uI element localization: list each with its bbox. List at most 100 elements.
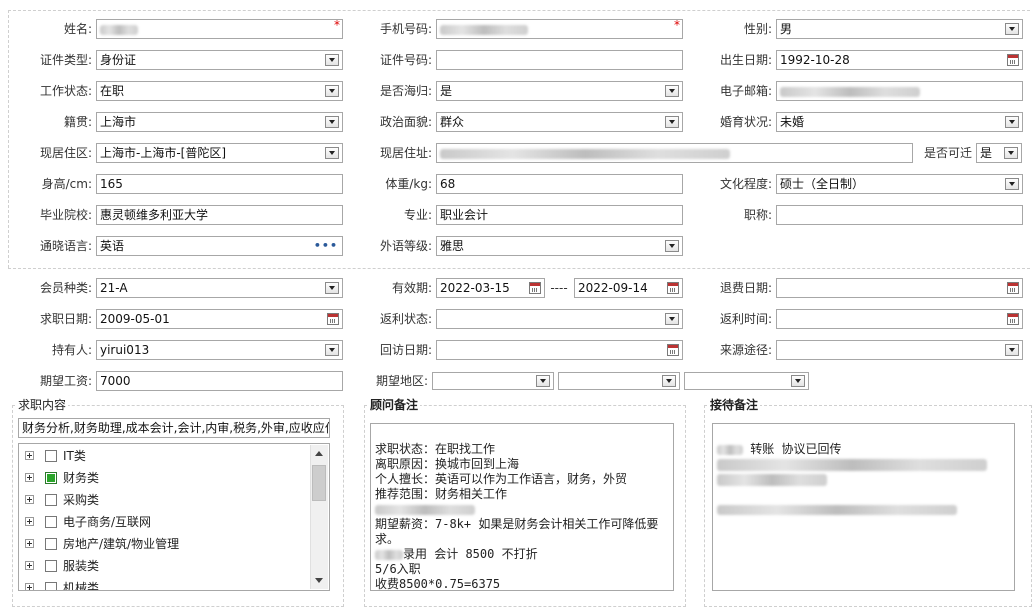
- calendar-icon[interactable]: [529, 282, 541, 294]
- name-field[interactable]: *: [96, 19, 343, 39]
- scroll-down-icon[interactable]: [315, 578, 323, 583]
- expand-icon[interactable]: [25, 495, 34, 504]
- calendar-icon[interactable]: [1007, 282, 1019, 294]
- height-field[interactable]: 165: [96, 174, 343, 194]
- chevron-down-icon[interactable]: [665, 313, 679, 325]
- rebate-status-select[interactable]: [436, 309, 683, 329]
- tree-item-purchasing[interactable]: 采购类: [19, 489, 311, 511]
- region-city-select[interactable]: [558, 372, 680, 390]
- scroll-thumb[interactable]: [312, 465, 326, 501]
- native-place-value: 上海市: [100, 115, 137, 129]
- chevron-down-icon[interactable]: [325, 116, 339, 128]
- title-field[interactable]: [776, 205, 1023, 225]
- chevron-down-icon[interactable]: [665, 240, 679, 252]
- checkbox[interactable]: [45, 450, 57, 462]
- marital-select[interactable]: 未婚: [776, 112, 1023, 132]
- gender-select[interactable]: 男: [776, 19, 1023, 39]
- chevron-down-icon[interactable]: [325, 147, 339, 159]
- tree-item-apparel[interactable]: 服装类: [19, 555, 311, 577]
- valid-to-field[interactable]: 2022-09-14: [574, 278, 683, 298]
- expand-icon[interactable]: [25, 561, 34, 570]
- rebate-time-field[interactable]: [776, 309, 1023, 329]
- expand-icon[interactable]: [25, 473, 34, 482]
- major-field[interactable]: 职业会计: [436, 205, 683, 225]
- chevron-down-icon[interactable]: [1005, 116, 1019, 128]
- job-category-tree[interactable]: IT类 财务类 采购类 电子商务/互联网 房地产/建筑/物业管理 服装类 机械类: [18, 443, 330, 591]
- job-summary-field[interactable]: 财务分析,财务助理,成本会计,会计,内审,税务,外审,应收应付: [18, 418, 330, 438]
- tree-item-it[interactable]: IT类: [19, 445, 311, 467]
- chevron-down-icon[interactable]: [1005, 178, 1019, 190]
- email-field[interactable]: [776, 81, 1023, 101]
- checkbox-checked[interactable]: [45, 472, 57, 484]
- tree-item-finance[interactable]: 财务类: [19, 467, 311, 489]
- chevron-down-icon[interactable]: [662, 375, 676, 387]
- expand-icon[interactable]: [25, 583, 34, 590]
- checkbox[interactable]: [45, 582, 57, 590]
- visit-date-field[interactable]: [436, 340, 683, 360]
- tree-item-machinery[interactable]: 机械类: [19, 577, 311, 590]
- political-select[interactable]: 群众: [436, 112, 683, 132]
- rebate-time-label: 返利时间:: [719, 312, 772, 326]
- calendar-icon[interactable]: [667, 282, 679, 294]
- checkbox[interactable]: [45, 560, 57, 572]
- expand-icon[interactable]: [25, 451, 34, 460]
- chevron-down-icon[interactable]: [1005, 344, 1019, 356]
- tree-item-ecommerce[interactable]: 电子商务/互联网: [19, 511, 311, 533]
- note-line-redacted: [717, 487, 1010, 502]
- scroll-up-icon[interactable]: [315, 451, 323, 456]
- region-province-select[interactable]: [432, 372, 554, 390]
- address-field[interactable]: [436, 143, 913, 163]
- lang-level-select[interactable]: 雅思: [436, 236, 683, 256]
- tree-scrollbar[interactable]: [310, 445, 328, 589]
- chevron-down-icon[interactable]: [1005, 23, 1019, 35]
- chevron-down-icon[interactable]: [665, 116, 679, 128]
- tree-item-realestate[interactable]: 房地产/建筑/物业管理: [19, 533, 311, 555]
- job-date-value: 2009-05-01: [100, 312, 170, 326]
- tree-item-label: IT类: [63, 449, 86, 463]
- chevron-down-icon[interactable]: [1004, 147, 1018, 159]
- calendar-icon[interactable]: [1007, 313, 1019, 325]
- chevron-down-icon[interactable]: [325, 85, 339, 97]
- id-number-field[interactable]: [436, 50, 683, 70]
- salary-field[interactable]: 7000: [96, 371, 343, 391]
- expand-icon[interactable]: [25, 517, 34, 526]
- reception-notes-textarea[interactable]: 转账 协议已回传: [712, 423, 1015, 591]
- chevron-down-icon[interactable]: [325, 54, 339, 66]
- chevron-down-icon[interactable]: [536, 375, 550, 387]
- checkbox[interactable]: [45, 494, 57, 506]
- id-type-select[interactable]: 身份证: [96, 50, 343, 70]
- native-place-select[interactable]: 上海市: [96, 112, 343, 132]
- residence-area-select[interactable]: 上海市-上海市-[普陀区]: [96, 143, 343, 163]
- job-date-field[interactable]: 2009-05-01: [96, 309, 343, 329]
- calendar-icon[interactable]: [1007, 54, 1019, 66]
- weight-field[interactable]: 68: [436, 174, 683, 194]
- source-select[interactable]: [776, 340, 1023, 360]
- more-options-icon[interactable]: •••: [314, 240, 338, 252]
- birth-date-field[interactable]: 1992-10-28: [776, 50, 1023, 70]
- chevron-down-icon[interactable]: [325, 282, 339, 294]
- chevron-down-icon[interactable]: [325, 344, 339, 356]
- chevron-down-icon[interactable]: [791, 375, 805, 387]
- region-district-select[interactable]: [684, 372, 809, 390]
- valid-from-field[interactable]: 2022-03-15: [436, 278, 545, 298]
- checkbox[interactable]: [45, 516, 57, 528]
- rebate-status-label: 返利状态:: [379, 312, 432, 326]
- refund-date-field[interactable]: [776, 278, 1023, 298]
- tree-item-label: 服装类: [63, 559, 100, 573]
- returnee-select[interactable]: 是: [436, 81, 683, 101]
- calendar-icon[interactable]: [667, 344, 679, 356]
- holder-select[interactable]: yirui013: [96, 340, 343, 360]
- calendar-icon[interactable]: [327, 313, 339, 325]
- relocatable-select[interactable]: 是: [976, 143, 1022, 163]
- note-line-redacted: [375, 502, 669, 517]
- work-status-select[interactable]: 在职: [96, 81, 343, 101]
- advisor-notes-textarea[interactable]: 求职状态：在职找工作 离职原因：换城市回到上海 个人擅长：英语可以作为工作语言，财务…: [370, 423, 674, 591]
- expand-icon[interactable]: [25, 539, 34, 548]
- language-field[interactable]: 英语 •••: [96, 236, 343, 256]
- phone-field[interactable]: *: [436, 19, 683, 39]
- education-select[interactable]: 硕士（全日制）: [776, 174, 1023, 194]
- chevron-down-icon[interactable]: [665, 85, 679, 97]
- member-type-select[interactable]: 21-A: [96, 278, 343, 298]
- school-field[interactable]: 惠灵顿维多利亚大学: [96, 205, 343, 225]
- checkbox[interactable]: [45, 538, 57, 550]
